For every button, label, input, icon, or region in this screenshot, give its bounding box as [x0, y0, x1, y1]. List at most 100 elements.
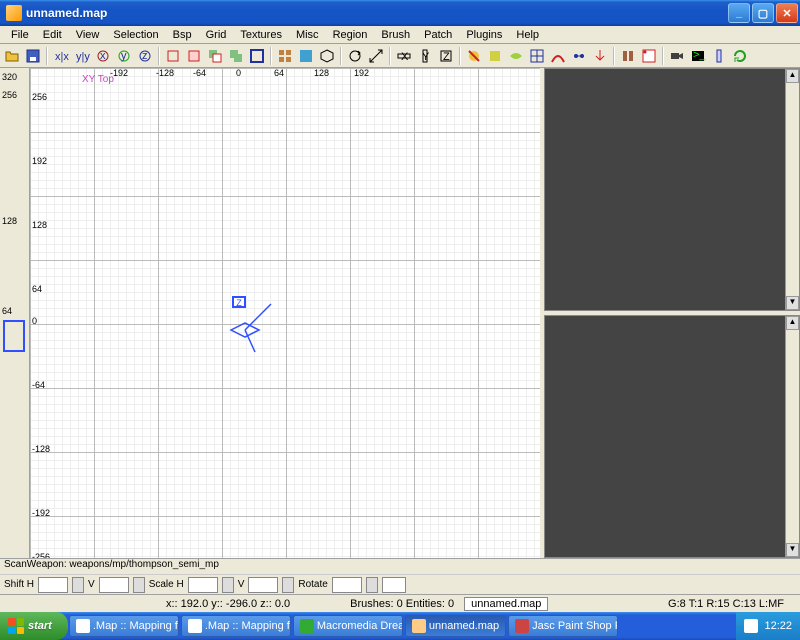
shift-h-spinner[interactable]	[72, 577, 84, 593]
tray-icon[interactable]	[744, 619, 758, 633]
scrollbar[interactable]: ▲▼	[785, 69, 799, 310]
menu-bsp[interactable]: Bsp	[166, 28, 199, 42]
patch-bend-icon[interactable]	[548, 46, 568, 66]
menu-view[interactable]: View	[69, 28, 107, 42]
scrollbar[interactable]: ▲▼	[785, 316, 799, 557]
refresh-icon[interactable]	[730, 46, 750, 66]
taskbar: start .Map :: Mapping for ... .Map :: Ma…	[0, 612, 800, 640]
menu-grid[interactable]: Grid	[199, 28, 234, 42]
texture-view[interactable]: ▲▼	[544, 315, 800, 558]
toggle-z-icon[interactable]	[709, 46, 729, 66]
menu-selection[interactable]: Selection	[106, 28, 165, 42]
menu-brush[interactable]: Brush	[374, 28, 417, 42]
flip-x-icon[interactable]: x|x	[51, 46, 71, 66]
y-tick: -128	[32, 444, 50, 454]
shift-v-spinner[interactable]	[133, 577, 145, 593]
app-icon	[412, 619, 426, 633]
scroll-up-icon[interactable]: ▲	[786, 316, 799, 330]
rotate-x-icon[interactable]: x	[93, 46, 113, 66]
y-tick: 128	[32, 220, 47, 230]
maximize-button[interactable]: ▢	[752, 3, 774, 23]
scroll-down-icon[interactable]: ▼	[786, 543, 799, 557]
system-tray[interactable]: 12:22	[736, 612, 800, 640]
scale-h-input[interactable]	[188, 577, 218, 593]
cubic-clip-icon[interactable]	[317, 46, 337, 66]
scale-h-label: Scale H	[149, 579, 184, 590]
scroll-up-icon[interactable]: ▲	[786, 69, 799, 83]
menu-textures[interactable]: Textures	[233, 28, 289, 42]
show-patches-icon[interactable]	[506, 46, 526, 66]
menu-plugins[interactable]: Plugins	[459, 28, 509, 42]
windows-logo-icon	[8, 618, 24, 634]
clipper-icon[interactable]	[639, 46, 659, 66]
menu-file[interactable]: File	[4, 28, 36, 42]
scale-v-input[interactable]	[248, 577, 278, 593]
free-scale-icon[interactable]	[366, 46, 386, 66]
select-touching-icon[interactable]	[163, 46, 183, 66]
menu-misc[interactable]: Misc	[289, 28, 326, 42]
shift-v-input[interactable]	[99, 577, 129, 593]
scale-z-icon[interactable]: Z	[436, 46, 456, 66]
menu-patch[interactable]: Patch	[417, 28, 459, 42]
toggle-console-icon[interactable]: >_	[688, 46, 708, 66]
app-icon	[300, 619, 314, 633]
camera-view[interactable]: ▲▼	[544, 68, 800, 311]
right-panes: ▲▼ ▲▼	[540, 68, 800, 558]
weld-icon[interactable]	[569, 46, 589, 66]
taskbar-item-active[interactable]: unnamed.map	[405, 615, 506, 637]
svg-text:y|y: y|y	[76, 51, 90, 63]
rotate-y-icon[interactable]: y	[114, 46, 134, 66]
taskbar-item[interactable]: .Map :: Mapping for ...	[69, 615, 179, 637]
select-inside-icon[interactable]	[184, 46, 204, 66]
scale-h-spinner[interactable]	[222, 577, 234, 593]
taskbar-label: Macromedia Dreamw...	[317, 620, 403, 632]
rotate-z-icon[interactable]: z	[135, 46, 155, 66]
rotate-input[interactable]	[332, 577, 362, 593]
minimize-button[interactable]: _	[728, 3, 750, 23]
scale-v-spinner[interactable]	[282, 577, 294, 593]
close-button[interactable]: ✕	[776, 3, 798, 23]
scale-x-icon[interactable]: X	[394, 46, 414, 66]
app-icon	[515, 619, 529, 633]
z-tick: 128	[2, 216, 17, 226]
show-models-icon[interactable]	[618, 46, 638, 66]
start-label: start	[28, 620, 52, 632]
taskbar-item[interactable]: Jasc Paint Shop Pro	[508, 615, 618, 637]
menu-edit[interactable]: Edit	[36, 28, 69, 42]
svg-text:z: z	[142, 50, 148, 62]
show-entities-icon[interactable]	[485, 46, 505, 66]
texture-view-icon[interactable]	[296, 46, 316, 66]
start-button[interactable]: start	[0, 612, 68, 640]
scale-y-icon[interactable]: Y	[415, 46, 435, 66]
x-tick: 64	[274, 68, 284, 78]
menu-help[interactable]: Help	[509, 28, 546, 42]
y-tick: 256	[32, 92, 47, 102]
wireframe-icon[interactable]	[527, 46, 547, 66]
dont-select-model-icon[interactable]	[464, 46, 484, 66]
xy-view[interactable]: XY Top -192 -128 -64 0 64 128 192 256 19…	[30, 68, 540, 558]
free-rotate-icon[interactable]	[345, 46, 365, 66]
scroll-down-icon[interactable]: ▼	[786, 296, 799, 310]
open-icon[interactable]	[2, 46, 22, 66]
hollow-icon[interactable]	[247, 46, 267, 66]
z-view[interactable]: 320 256 128 64	[0, 68, 30, 558]
taskbar-item[interactable]: Macromedia Dreamw...	[293, 615, 403, 637]
taskbar-item[interactable]: .Map :: Mapping for ...	[181, 615, 291, 637]
flip-y-icon[interactable]: y|y	[72, 46, 92, 66]
shift-h-input[interactable]	[38, 577, 68, 593]
save-icon[interactable]	[23, 46, 43, 66]
rotate-spinner[interactable]	[366, 577, 378, 593]
drill-down-icon[interactable]	[590, 46, 610, 66]
rotate-label: Rotate	[298, 579, 327, 590]
menu-bar: File Edit View Selection Bsp Grid Textur…	[0, 26, 800, 44]
y-tick: -192	[32, 508, 50, 518]
csg-subtract-icon[interactable]	[205, 46, 225, 66]
x-tick: -64	[193, 68, 206, 78]
menu-region[interactable]: Region	[326, 28, 375, 42]
z-camera-marker	[3, 320, 25, 352]
z-tick: 256	[2, 90, 17, 100]
view-change-icon[interactable]	[275, 46, 295, 66]
toggle-camera-icon[interactable]	[667, 46, 687, 66]
csg-merge-icon[interactable]	[226, 46, 246, 66]
extra-input[interactable]	[382, 577, 406, 593]
